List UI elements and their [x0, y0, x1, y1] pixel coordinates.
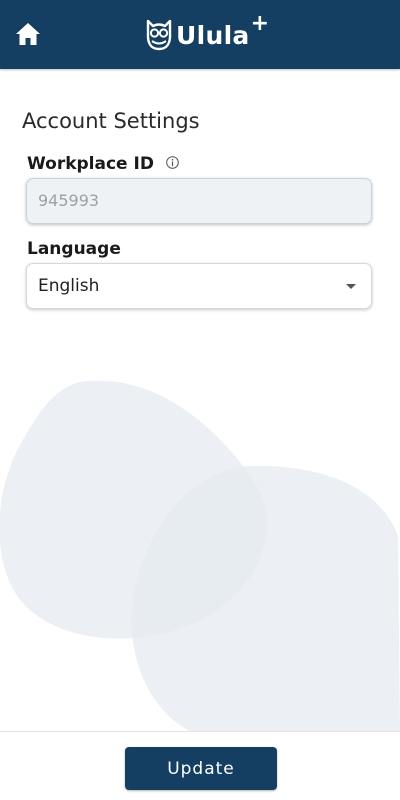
update-button[interactable]: Update	[125, 747, 277, 790]
language-label: Language	[27, 239, 121, 259]
app-screen: Ulula + Account Settings Workplace ID 94…	[0, 0, 400, 800]
footer-bar: Update	[0, 731, 400, 800]
background-blob-right	[131, 466, 400, 731]
home-button[interactable]	[14, 20, 42, 48]
workplace-id-label-text: Workplace ID	[27, 154, 154, 174]
language-select[interactable]: English	[26, 263, 372, 309]
info-icon[interactable]	[166, 156, 179, 169]
workplace-id-label: Workplace ID	[27, 154, 179, 174]
page-title: Account Settings	[22, 109, 200, 133]
language-selected-value: English	[38, 276, 100, 296]
app-logo: Ulula +	[144, 10, 270, 56]
workplace-id-field[interactable]: 945993	[26, 178, 372, 224]
caret-down-icon	[346, 284, 356, 289]
app-name-suffix: +	[250, 10, 270, 36]
app-name: Ulula	[176, 20, 250, 50]
app-header: Ulula +	[0, 0, 400, 69]
owl-icon	[146, 19, 172, 51]
home-icon	[16, 23, 40, 45]
workplace-id-value: 945993	[38, 191, 100, 210]
